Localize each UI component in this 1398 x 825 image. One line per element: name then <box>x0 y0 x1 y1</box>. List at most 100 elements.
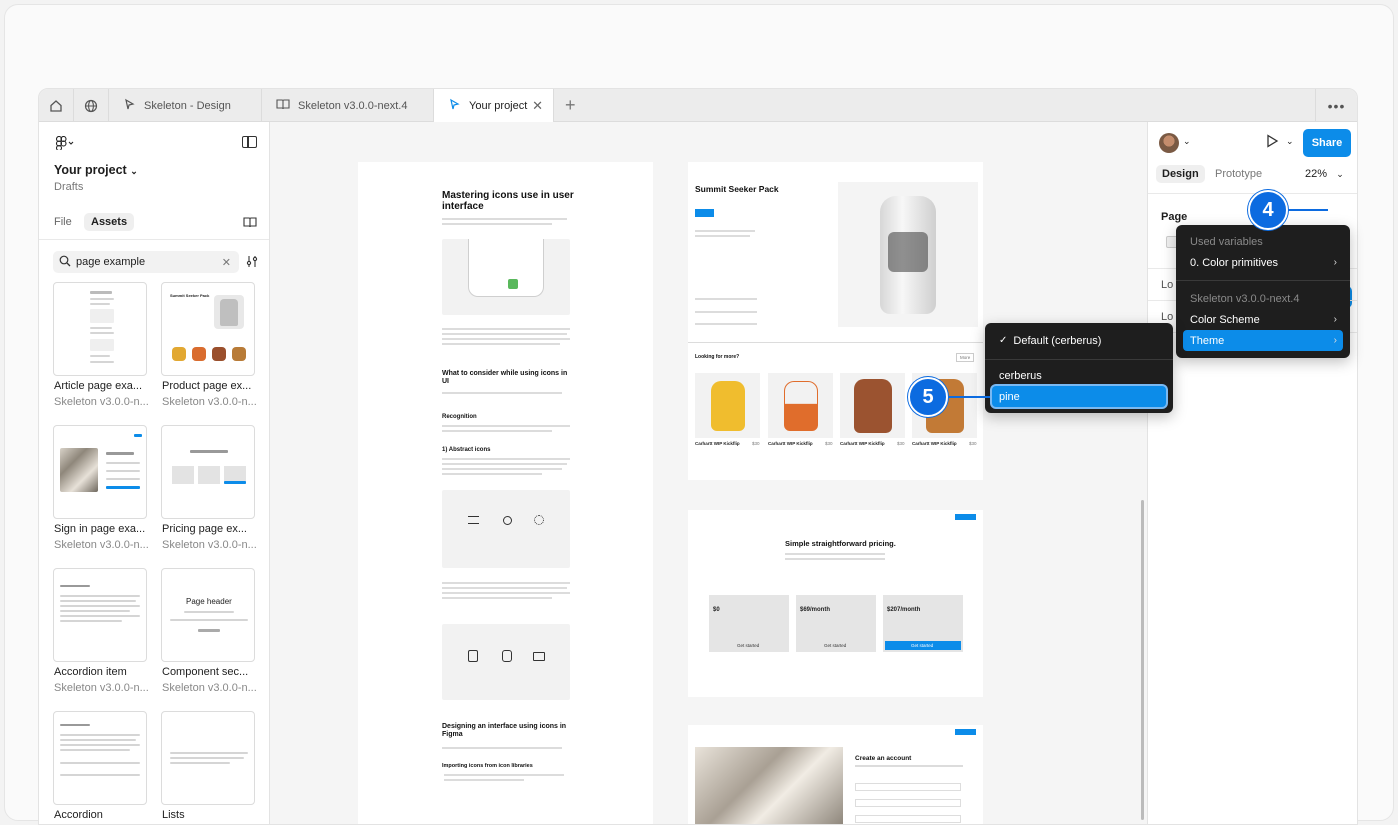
new-tab-plus-icon[interactable]: + <box>565 95 576 116</box>
tab-skeleton-library[interactable]: Skeleton v3.0.0-next.4 <box>262 89 434 122</box>
board-article-page[interactable]: Mastering icons use in user interface Wh… <box>358 162 653 824</box>
left-panel-tabs: File Assets <box>39 206 269 240</box>
menu-item-theme[interactable]: Theme › <box>1183 330 1343 351</box>
asset-thumb-component-section[interactable]: Page header <box>161 568 255 662</box>
menu-item-cerberus[interactable]: cerberus <box>992 365 1166 386</box>
sidebar-toggle-icon[interactable] <box>242 136 257 148</box>
tab-skeleton-design[interactable]: Skeleton - Design <box>109 89 262 122</box>
tab-assets[interactable]: Assets <box>84 213 135 231</box>
tab-label: Your project <box>469 100 528 112</box>
asset-name: Accordion <box>54 809 103 821</box>
asset-thumb-accordion-item[interactable] <box>53 568 147 662</box>
asset-library: Skeleton v3.0.0-n... <box>54 396 149 408</box>
asset-thumb-pricing[interactable] <box>161 425 255 519</box>
article-heading: Recognition <box>442 414 477 420</box>
menu-item-pine[interactable]: pine <box>992 386 1166 407</box>
search-icon <box>59 255 71 270</box>
chevron-right-icon: › <box>1333 314 1337 325</box>
figma-menu-icon[interactable] <box>55 135 75 153</box>
tab-design[interactable]: Design <box>1156 165 1205 183</box>
chevron-down-icon[interactable]: ⌄ <box>1183 136 1191 147</box>
page-label: Page <box>1161 211 1188 223</box>
project-location: Drafts <box>54 181 84 193</box>
left-panel-header: Your project ⌄ Drafts File Assets <box>39 122 269 240</box>
asset-library: Skeleton v3.0.0-n... <box>162 539 257 551</box>
tab-label: Skeleton - Design <box>144 99 231 112</box>
menu-section-label: Skeleton v3.0.0-next.4 <box>1190 292 1300 305</box>
globe-icon[interactable] <box>74 89 109 122</box>
project-title[interactable]: Your project ⌄ <box>54 163 138 177</box>
article-heading: 1) Abstract icons <box>442 447 491 453</box>
looking-for-more: Looking for more? <box>695 354 740 360</box>
avatar[interactable] <box>1159 133 1179 153</box>
article-icons-figure <box>442 490 570 568</box>
signup-title: Create an account <box>855 755 912 762</box>
article-heading: Importing icons from icon libraries <box>442 763 533 769</box>
filter-settings-icon[interactable] <box>246 255 258 271</box>
article-title: Mastering icons use in user interface <box>442 190 574 212</box>
asset-name: Article page exa... <box>54 380 143 392</box>
menu-header: Used variables <box>1190 235 1263 248</box>
asset-name: Accordion item <box>54 666 127 678</box>
board-pricing-page[interactable]: Simple straightforward pricing. $0 Get s… <box>688 510 983 697</box>
variables-menu: Used variables 0. Color primitives › Skel… <box>1176 225 1350 358</box>
checkmark-icon: ✓ <box>999 335 1008 346</box>
asset-name: Pricing page ex... <box>162 523 247 535</box>
asset-thumb-accordion[interactable] <box>53 711 147 805</box>
pricing-title: Simple straightforward pricing. <box>785 539 896 548</box>
assets-search-input[interactable]: page example ✕ <box>53 251 239 273</box>
tab-file[interactable]: File <box>54 216 72 228</box>
board-product-page[interactable]: Summit Seeker Pack Looking for more? Mor… <box>688 162 983 480</box>
article-icons-figure-2 <box>442 624 570 700</box>
app-window: Skeleton - Design Skeleton v3.0.0-next.4… <box>38 88 1358 825</box>
asset-thumb-product[interactable]: Summit Seeker Pack <box>161 282 255 376</box>
asset-name: Sign in page exa... <box>54 523 146 535</box>
tab-label: Skeleton v3.0.0-next.4 <box>298 99 408 112</box>
tab-your-project[interactable]: Your project ✕ <box>434 89 554 123</box>
board-signup-page[interactable]: Create an account <box>688 725 983 824</box>
article-heading: What to consider while using icons in UI <box>442 370 568 385</box>
chevron-right-icon: › <box>1333 335 1337 346</box>
search-value: page example <box>76 256 146 268</box>
library-book-icon[interactable] <box>243 216 257 231</box>
design-file-icon <box>123 98 136 114</box>
share-button[interactable]: Share <box>1303 129 1351 157</box>
more-options-icon[interactable]: ••• <box>1315 89 1357 122</box>
clear-search-icon[interactable]: ✕ <box>222 256 231 269</box>
callout-connector <box>1288 209 1328 211</box>
design-canvas[interactable]: Mastering icons use in user interface Wh… <box>270 122 1147 824</box>
chevron-right-icon: › <box>1333 257 1337 268</box>
article-heading: Designing an interface using icons in Fi… <box>442 723 567 738</box>
callout-step-4: 4 <box>1248 190 1288 230</box>
present-play-icon[interactable] <box>1265 134 1279 151</box>
menu-item-color-scheme[interactable]: Color Scheme › <box>1183 309 1343 330</box>
asset-thumb-article[interactable] <box>53 282 147 376</box>
asset-thumb-signin[interactable] <box>53 425 147 519</box>
asset-library: Skeleton v3.0.0-n... <box>162 682 257 694</box>
tab-prototype[interactable]: Prototype <box>1215 168 1262 180</box>
product-title: Summit Seeker Pack <box>695 184 779 194</box>
menu-item-default-theme[interactable]: ✓ Default (cerberus) <box>992 330 1166 351</box>
theme-submenu: ✓ Default (cerberus) cerberus pine <box>985 323 1173 413</box>
asset-library: Skeleton v3.0.0-n... <box>54 539 149 551</box>
zoom-level[interactable]: 22% ⌄ <box>1305 168 1344 180</box>
canvas-scrollbar[interactable] <box>1141 500 1144 820</box>
left-panel: Your project ⌄ Drafts File Assets page e… <box>39 122 270 824</box>
asset-name: Product page ex... <box>162 380 252 392</box>
callout-step-5: 5 <box>908 377 948 417</box>
asset-library: Skeleton v3.0.0-n... <box>54 682 149 694</box>
book-icon <box>276 98 290 113</box>
home-icon[interactable] <box>39 89 74 122</box>
tab-bar: Skeleton - Design Skeleton v3.0.0-next.4… <box>39 89 1357 123</box>
callout-connector <box>948 396 990 398</box>
asset-name: Component sec... <box>162 666 249 678</box>
asset-thumb-lists[interactable] <box>161 711 255 805</box>
more-button[interactable]: More <box>956 353 975 362</box>
asset-library: Skeleton v3.0.0-n... <box>162 396 257 408</box>
menu-item-color-primitives[interactable]: 0. Color primitives › <box>1183 252 1343 273</box>
product-image <box>838 182 978 327</box>
asset-name: Lists <box>162 809 185 821</box>
design-file-icon <box>448 98 461 114</box>
close-icon[interactable]: ✕ <box>532 98 543 114</box>
chevron-down-icon[interactable]: ⌄ <box>1286 136 1294 147</box>
